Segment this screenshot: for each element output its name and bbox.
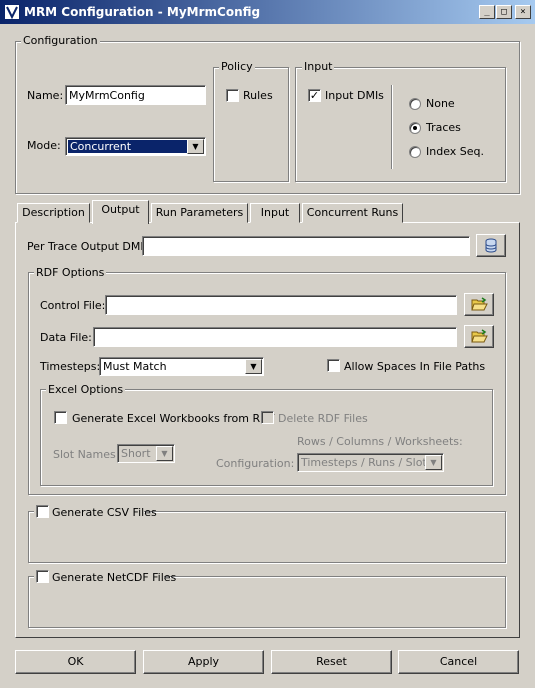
- name-input[interactable]: MyMrmConfig: [65, 85, 206, 105]
- database-icon: [485, 238, 497, 253]
- generate-csv-label: Generate CSV Files: [52, 506, 157, 519]
- excel-options-legend: Excel Options: [46, 383, 126, 396]
- tab-input[interactable]: Input: [250, 203, 300, 223]
- name-input-value: MyMrmConfig: [69, 89, 145, 102]
- chevron-down-icon: ▼: [245, 359, 262, 374]
- input-dmis-checkbox[interactable]: ✓: [308, 89, 321, 102]
- browse-control-file-button[interactable]: [464, 293, 494, 316]
- configuration-select-value: Timesteps / Runs / Slots: [301, 456, 433, 469]
- allow-spaces-checkbox[interactable]: [327, 359, 340, 372]
- configuration-select[interactable]: Timesteps / Runs / Slots ▼: [297, 453, 444, 472]
- allow-spaces-label: Allow Spaces In File Paths: [344, 360, 486, 373]
- rules-label: Rules: [243, 89, 273, 102]
- input-group: [295, 67, 506, 182]
- tab-description[interactable]: Description: [17, 203, 90, 223]
- app-icon: [4, 4, 20, 20]
- timesteps-label: Timesteps:: [40, 360, 101, 373]
- radio-none[interactable]: [409, 98, 421, 110]
- reset-button[interactable]: Reset: [271, 650, 392, 674]
- generate-netcdf-checkbox[interactable]: [36, 570, 49, 583]
- slot-names-select-value: Short: [121, 447, 151, 460]
- ok-button[interactable]: OK: [15, 650, 136, 674]
- input-legend: Input: [302, 60, 335, 73]
- generate-csv-checkbox[interactable]: [36, 505, 49, 518]
- maximize-button[interactable]: □: [496, 5, 512, 19]
- radio-traces[interactable]: [409, 122, 421, 134]
- mode-select[interactable]: Concurrent ▼: [65, 137, 206, 156]
- chevron-down-icon: ▼: [425, 455, 442, 470]
- browse-data-file-button[interactable]: [464, 325, 494, 348]
- configuration-legend: Configuration: [21, 34, 100, 47]
- timesteps-select-value: Must Match: [103, 360, 167, 373]
- open-folder-icon: [471, 329, 488, 343]
- configuration-label: Configuration:: [216, 457, 295, 470]
- cancel-button[interactable]: Cancel: [398, 650, 519, 674]
- tab-output[interactable]: Output: [92, 200, 149, 224]
- radio-traces-label: Traces: [426, 121, 461, 134]
- close-button[interactable]: ×: [515, 5, 531, 19]
- chevron-down-icon: ▼: [156, 446, 173, 461]
- delete-rdf-checkbox[interactable]: [261, 411, 274, 424]
- rows-columns-worksheets-label: Rows / Columns / Worksheets:: [297, 435, 463, 448]
- tab-concurrent-runs[interactable]: Concurrent Runs: [302, 203, 403, 223]
- policy-legend: Policy: [219, 60, 255, 73]
- generate-netcdf-label: Generate NetCDF Files: [52, 571, 177, 584]
- control-file-label: Control File:: [40, 299, 106, 312]
- rules-checkbox[interactable]: [226, 89, 239, 102]
- rdf-options-legend: RDF Options: [34, 266, 107, 279]
- chevron-down-icon: ▼: [187, 139, 204, 154]
- per-trace-output-input[interactable]: [142, 236, 470, 256]
- generate-excel-checkbox[interactable]: [54, 411, 67, 424]
- slot-names-label: Slot Names:: [53, 448, 120, 461]
- mode-label: Mode:: [27, 139, 61, 152]
- radio-index-seq-label: Index Seq.: [426, 145, 485, 158]
- window-title: MRM Configuration - MyMrmConfig: [24, 5, 261, 19]
- delete-rdf-label: Delete RDF Files: [278, 412, 368, 425]
- title-bar[interactable]: MRM Configuration - MyMrmConfig _ □ ×: [0, 0, 535, 24]
- radio-none-label: None: [426, 97, 455, 110]
- mode-select-value: Concurrent: [68, 140, 187, 153]
- input-separator: [391, 85, 393, 169]
- control-file-input[interactable]: [105, 295, 457, 315]
- minimize-button[interactable]: _: [479, 5, 495, 19]
- select-dmi-button[interactable]: [476, 234, 506, 257]
- data-file-input[interactable]: [93, 327, 457, 347]
- tab-run-parameters[interactable]: Run Parameters: [151, 203, 248, 223]
- policy-group: [213, 67, 289, 182]
- input-dmis-label: Input DMIs: [325, 89, 384, 102]
- open-folder-icon: [471, 297, 488, 311]
- data-file-label: Data File:: [40, 331, 92, 344]
- per-trace-output-label: Per Trace Output DMI:: [27, 240, 148, 253]
- name-label: Name:: [27, 89, 64, 102]
- slot-names-select[interactable]: Short ▼: [117, 444, 175, 463]
- timesteps-select[interactable]: Must Match ▼: [99, 357, 264, 376]
- apply-button[interactable]: Apply: [143, 650, 264, 674]
- radio-index-seq[interactable]: [409, 146, 421, 158]
- generate-excel-label: Generate Excel Workbooks from RDF: [72, 412, 275, 425]
